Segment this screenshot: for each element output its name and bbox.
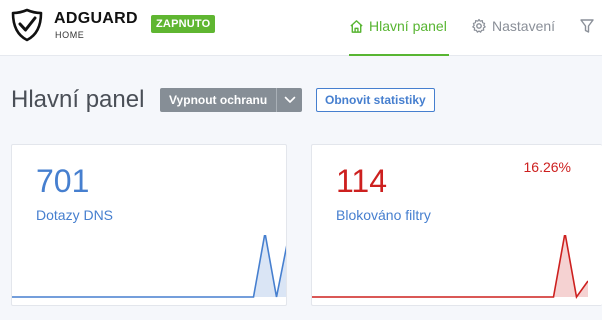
nav-settings[interactable]: Nastavení [471,16,555,36]
adguard-shield-icon[interactable] [10,8,44,42]
nav-dashboard[interactable]: Hlavní panel [349,16,447,36]
gear-icon [472,18,486,33]
home-icon [350,19,363,33]
blocked-by-filters-sparkline-area [312,235,588,297]
protection-status-badge: ZAPNUTO [151,15,216,33]
dns-queries-sparkline-line [12,235,286,298]
disable-protection-button[interactable]: Vypnout ochranu [160,88,277,112]
blocked-by-filters-value: 114 [336,163,388,199]
nav-filters[interactable] [580,16,594,36]
blocked-by-filters-label: Blokováno filtry [336,207,431,223]
brand-name[interactable]: ADGUARD [54,10,138,28]
dns-queries-value: 701 [36,163,90,199]
filter-icon [580,19,594,33]
refresh-statistics-button[interactable]: Obnovit statistiky [316,88,435,112]
blocked-by-filters-sparkline [312,235,588,300]
blocked-by-filters-sparkline-line [312,235,588,300]
top-header: ADGUARD HOME ZAPNUTO Hlavní panel Nastav… [0,0,602,56]
page-title: Hlavní panel [11,86,145,113]
nav-settings-label: Nastavení [492,18,556,34]
brand-subtitle: HOME [55,30,85,40]
nav-dashboard-label: Hlavní panel [369,18,447,34]
protection-dropdown-toggle[interactable] [276,88,303,112]
dns-queries-sparkline-area [12,235,286,297]
dns-queries-label: Dotazy DNS [36,207,114,223]
chevron-down-icon [284,96,296,103]
protection-button-group: Vypnout ochranu [160,88,303,112]
blocked-by-filters-card: 16.26% 114 Blokováno filtry [311,144,602,306]
blocked-percentage: 16.26% [523,159,571,175]
dns-queries-sparkline [12,235,286,298]
nav-active-indicator [349,54,449,56]
dns-queries-card: 701 Dotazy DNS [11,144,287,306]
